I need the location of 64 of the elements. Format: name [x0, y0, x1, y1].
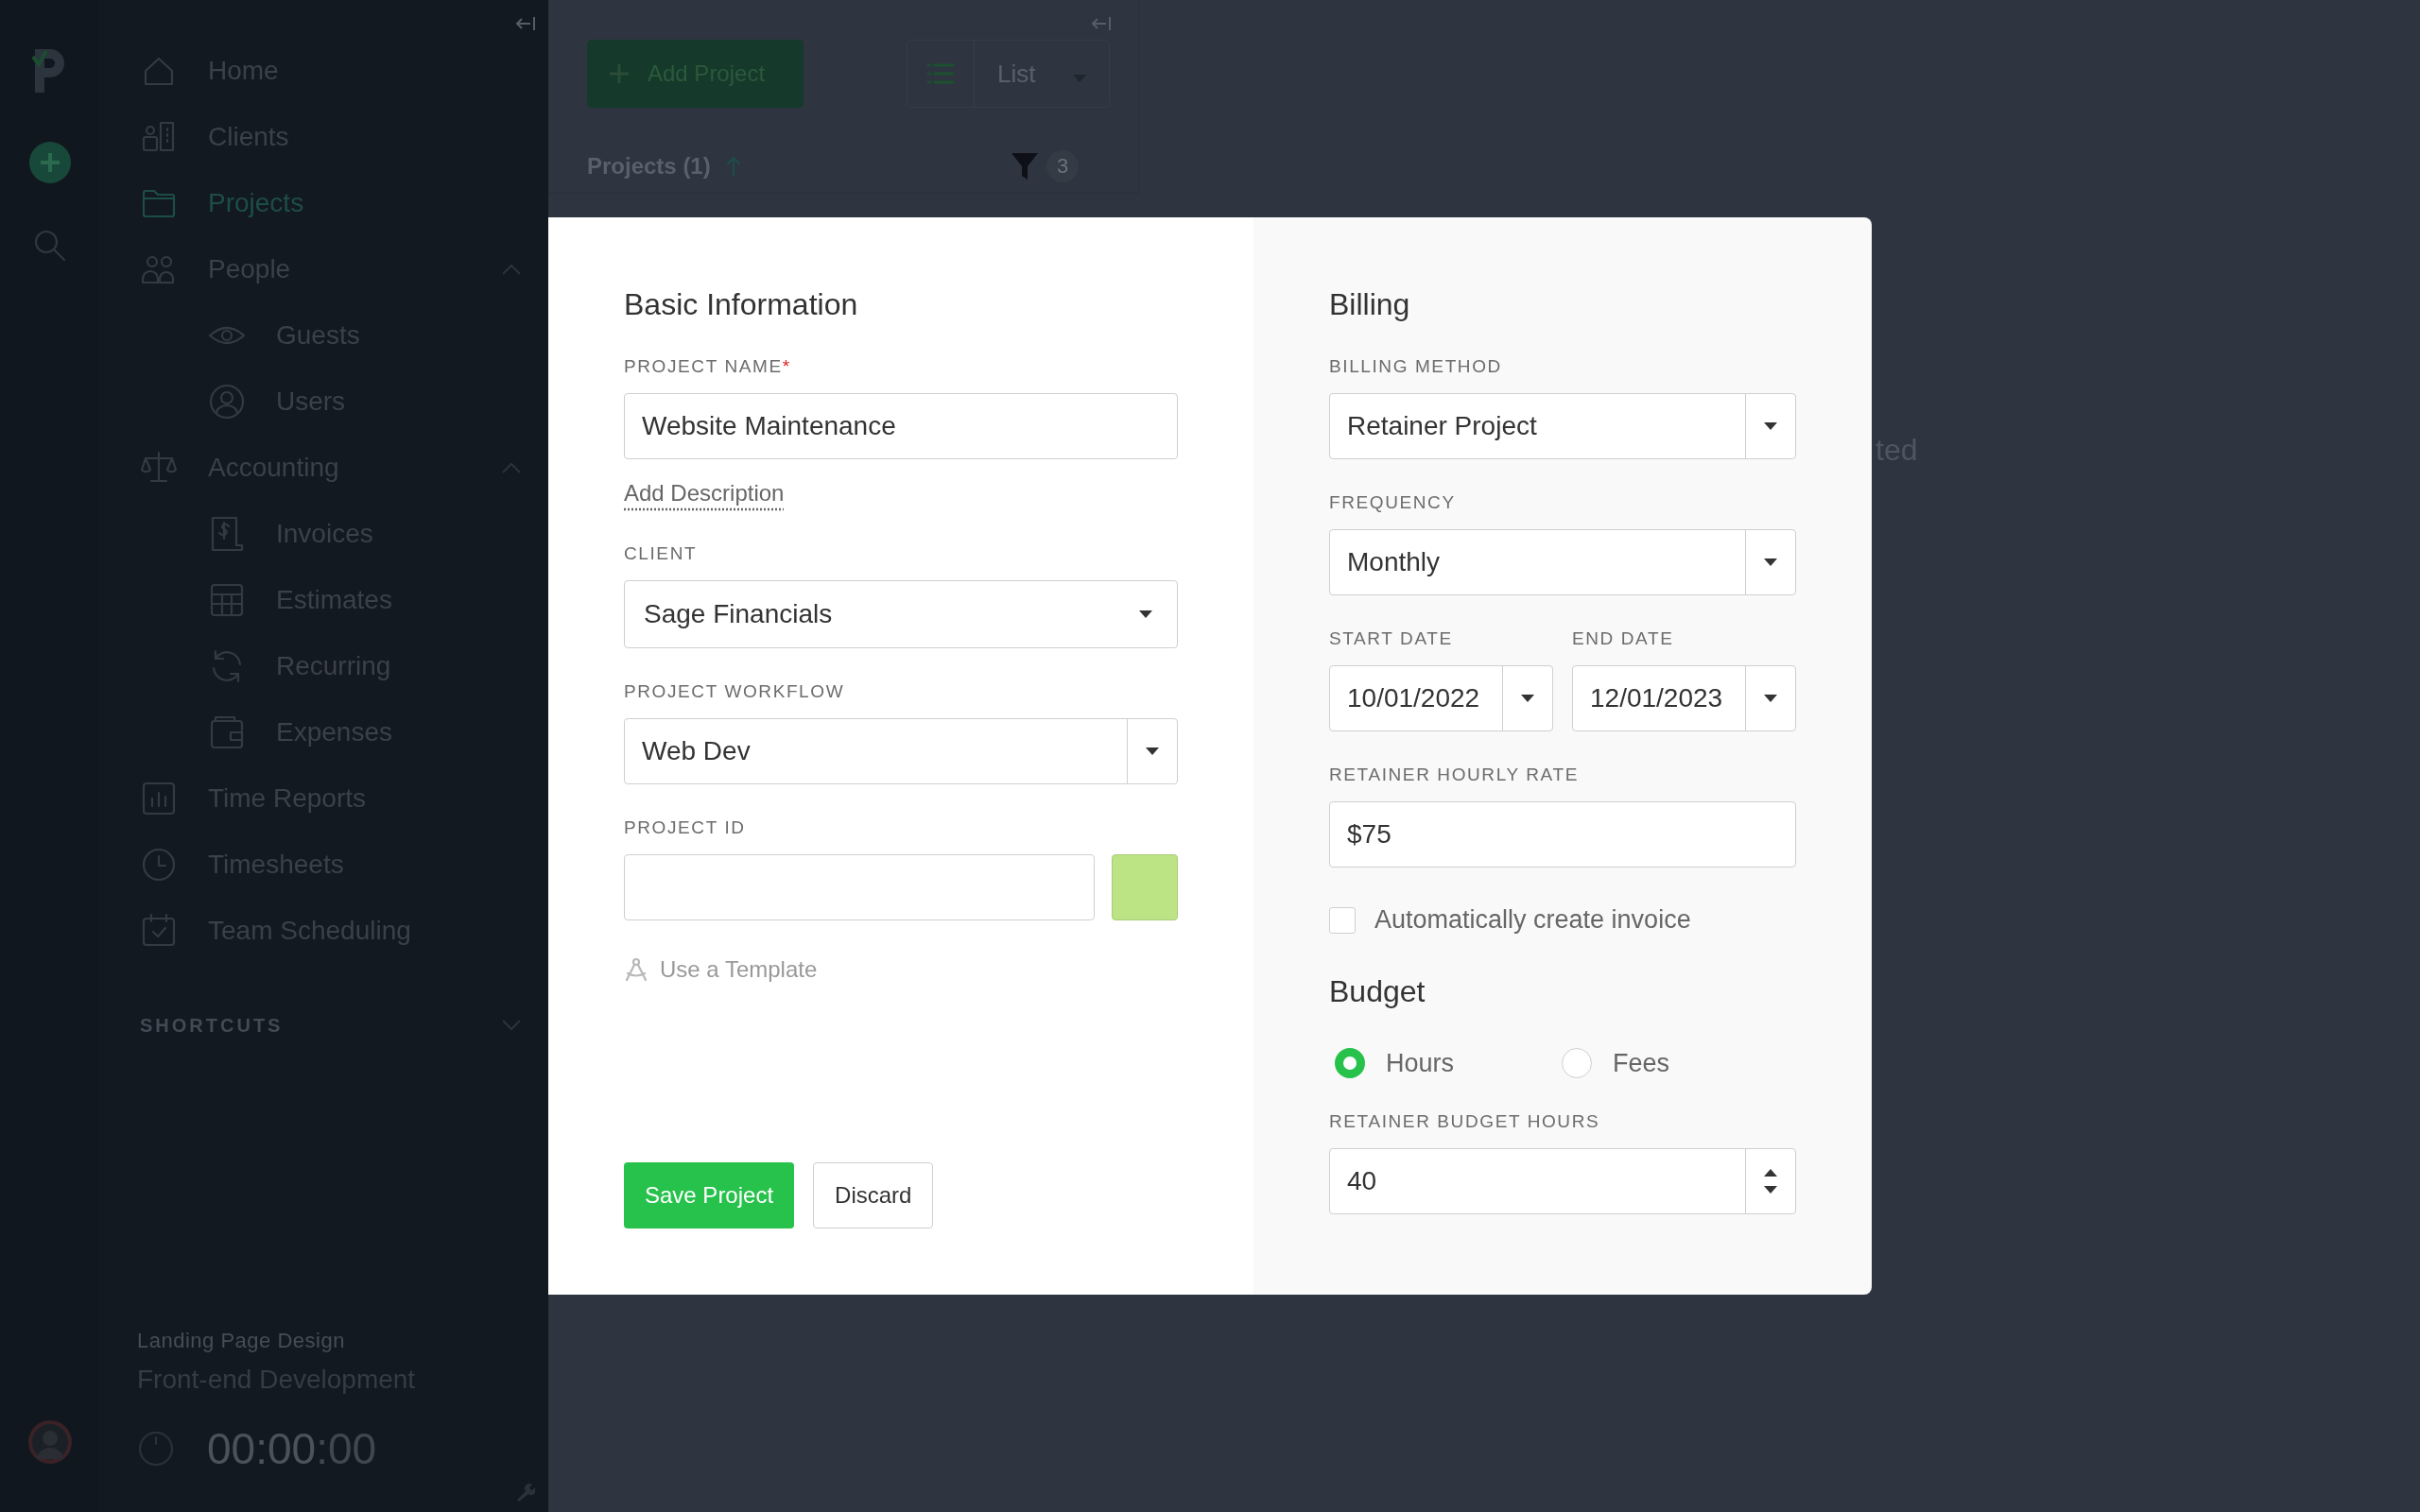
field-label: CLIENT — [624, 542, 698, 565]
field-label: FREQUENCY — [1329, 491, 1456, 514]
checkbox[interactable] — [1329, 906, 1356, 934]
save-button[interactable]: Save Project — [624, 1162, 795, 1228]
project-id-field[interactable] — [624, 854, 1095, 920]
dropdown[interactable]: 10/01/2022 — [1329, 665, 1553, 731]
compass-icon — [624, 957, 648, 982]
dropdown[interactable]: Monthly — [1329, 529, 1796, 595]
dropdown[interactable]: Web Dev — [624, 718, 1178, 784]
clock-icon — [140, 846, 178, 884]
caret-icon — [1764, 558, 1777, 566]
client-dropdown[interactable]: Sage Financials — [624, 580, 1178, 648]
field-label: RETAINER HOURLY RATE — [1329, 764, 1579, 786]
dropdown[interactable]: Retainer Project — [1329, 393, 1796, 459]
timer-project: Landing Page Design — [137, 1329, 346, 1353]
field-label: END DATE — [1572, 627, 1674, 650]
add-icon[interactable] — [28, 142, 71, 183]
radio-label: Hours — [1386, 1048, 1455, 1078]
filter-count: 3 — [1046, 150, 1079, 182]
caret-icon — [1521, 695, 1534, 702]
dropdown[interactable]: 12/01/2023 — [1572, 665, 1796, 731]
chevron-down-icon[interactable] — [501, 1018, 522, 1032]
hourly-rate-field[interactable]: $75 — [1329, 801, 1796, 868]
stopwatch-icon — [137, 1430, 175, 1468]
project-name-field[interactable]: Website Maintenance — [624, 393, 1178, 459]
field-label: BILLING METHOD — [1329, 355, 1502, 378]
field-label: RETAINER BUDGET HOURS — [1329, 1110, 1600, 1133]
caret-icon — [1139, 610, 1152, 618]
wallet-icon — [208, 713, 246, 751]
chevron-up-icon[interactable] — [501, 263, 522, 276]
budget-hours-field[interactable]: 40 — [1329, 1148, 1796, 1214]
checkbox-label: Automatically create invoice — [1374, 905, 1691, 935]
collapse-icon[interactable] — [1091, 15, 1112, 32]
radio-label: Fees — [1613, 1048, 1670, 1078]
use-template-link[interactable]: Use a Template — [660, 956, 818, 983]
arrow-up-icon — [725, 155, 741, 178]
table-icon — [208, 581, 246, 619]
bar-chart-icon — [140, 780, 178, 817]
decrement-icon[interactable] — [1764, 1186, 1777, 1194]
section-title: Budget — [1329, 973, 1426, 1010]
field-label: PROJECT WORKFLOW — [624, 680, 845, 703]
caret-icon — [1146, 747, 1159, 755]
radio-button[interactable] — [1562, 1048, 1592, 1078]
add-description-link[interactable]: Add Description — [624, 480, 785, 507]
field-label: PROJECT NAME — [624, 355, 783, 378]
field-label: PROJECT ID — [624, 816, 746, 839]
list-icon — [926, 62, 955, 85]
section-title: Billing — [1329, 286, 1411, 323]
increment-icon[interactable] — [1764, 1169, 1777, 1177]
discard-button[interactable]: Discard — [813, 1162, 934, 1228]
timer-time: 00:00 — [207, 1423, 317, 1474]
collapse-icon[interactable] — [515, 15, 536, 32]
caret-icon — [1764, 695, 1777, 702]
chevron-up-icon[interactable] — [501, 461, 522, 474]
color-swatch[interactable] — [1112, 854, 1178, 920]
section-title: Basic Information — [624, 286, 859, 323]
search-icon — [32, 229, 67, 263]
field-label: START DATE — [1329, 627, 1453, 650]
radio-button[interactable] — [1335, 1048, 1365, 1078]
required-mark: * — [782, 355, 791, 378]
filter-icon[interactable] — [1011, 151, 1039, 181]
user-circle-icon — [208, 383, 246, 421]
caret-icon — [1764, 422, 1777, 430]
avatar-icon[interactable] — [26, 1419, 73, 1465]
